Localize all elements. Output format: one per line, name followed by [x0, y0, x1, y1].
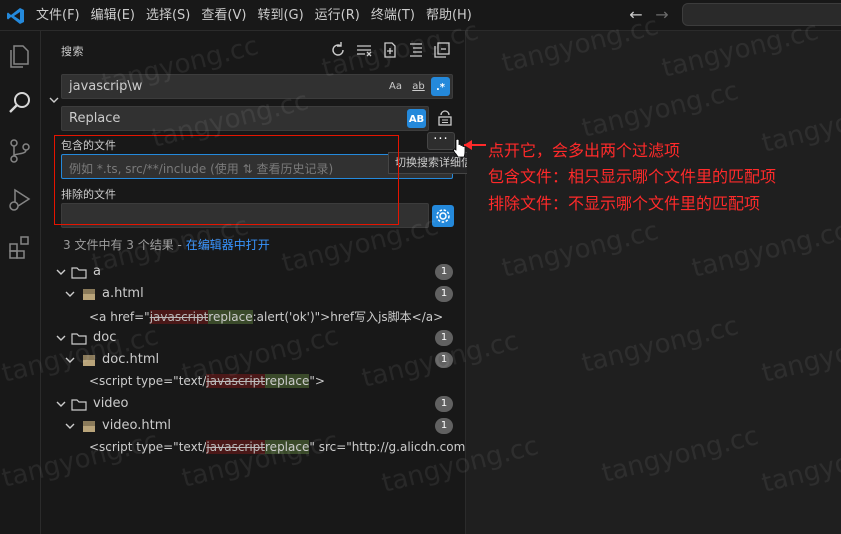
menu-go[interactable]: 转到(G) [257, 0, 303, 31]
annotation-line-1: 点开它，会多出两个过滤项 [488, 141, 681, 160]
explorer-icon[interactable] [5, 41, 35, 71]
folder-icon [71, 267, 87, 279]
match-replacement-text: replace [265, 374, 310, 388]
match-preview: <a href="javascriptreplace:alert('ok')">… [89, 308, 443, 325]
tree-match-row[interactable]: <a href="javascriptreplace:alert('ok')">… [41, 305, 465, 327]
toggle-replace-chevron-icon[interactable] [47, 93, 61, 107]
menu-bar: 文件(F) 编辑(E) 选择(S) 查看(V) 转到(G) 运行(R) 终端(T… [36, 0, 483, 31]
menu-run[interactable]: 运行(R) [315, 0, 360, 31]
menu-selection[interactable]: 选择(S) [146, 0, 190, 31]
tree-file-row[interactable]: video.html 1 [41, 415, 465, 437]
annotation-line-3: 排除文件：不显示哪个文件里的匹配项 [488, 194, 761, 213]
folder-name: video [93, 396, 129, 411]
extensions-icon[interactable] [5, 232, 35, 262]
match-suffix: "> [309, 374, 325, 388]
replace-all-icon[interactable] [435, 108, 455, 128]
sidebar-title: 搜索 [61, 45, 84, 58]
source-control-icon[interactable] [5, 136, 35, 166]
match-count-badge: 1 [435, 418, 453, 434]
menu-terminal[interactable]: 终端(T) [371, 0, 415, 31]
match-removed-text: javascript [149, 310, 209, 324]
match-count-badge: 1 [435, 264, 453, 280]
annotation-line-2: 包含文件：相只显示哪个文件里的匹配项 [488, 167, 777, 186]
tree-file-row[interactable]: a.html 1 [41, 283, 465, 305]
vscode-logo-icon [7, 8, 24, 24]
regex-toggle[interactable]: .* [431, 77, 450, 96]
menu-file[interactable]: 文件(F) [36, 0, 80, 31]
run-debug-icon[interactable] [5, 184, 35, 214]
match-replacement-text: replace [208, 310, 253, 324]
chevron-down-icon [65, 291, 75, 297]
chevron-down-icon [56, 269, 66, 275]
command-center[interactable] [682, 3, 841, 26]
annotation-highlight-box [54, 135, 399, 225]
chevron-down-icon [56, 401, 66, 407]
match-count-badge: 1 [435, 396, 453, 412]
toggle-search-details-button[interactable]: ··· [427, 132, 455, 150]
chevron-down-icon [65, 423, 75, 429]
tree-folder-row[interactable]: video 1 [41, 393, 465, 415]
menu-view[interactable]: 查看(V) [201, 0, 246, 31]
match-suffix: :alert('ok')">href写入js脚本</a> [252, 310, 444, 324]
replace-input-value: Replace [69, 111, 121, 126]
whole-word-toggle[interactable]: ab [409, 77, 428, 96]
file-icon [83, 289, 95, 300]
menu-edit[interactable]: 编辑(E) [91, 0, 135, 31]
match-case-toggle[interactable]: Aa [386, 77, 405, 96]
search-icon[interactable] [5, 88, 35, 118]
preserve-case-toggle[interactable]: AB [407, 109, 426, 128]
file-name: a.html [102, 286, 144, 301]
match-prefix: <a href=" [89, 310, 150, 324]
match-count-badge: 1 [435, 286, 453, 302]
folder-icon [71, 399, 87, 411]
file-icon [83, 421, 95, 432]
title-bar: 文件(F) 编辑(E) 选择(S) 查看(V) 转到(G) 运行(R) 终端(T… [0, 0, 841, 31]
